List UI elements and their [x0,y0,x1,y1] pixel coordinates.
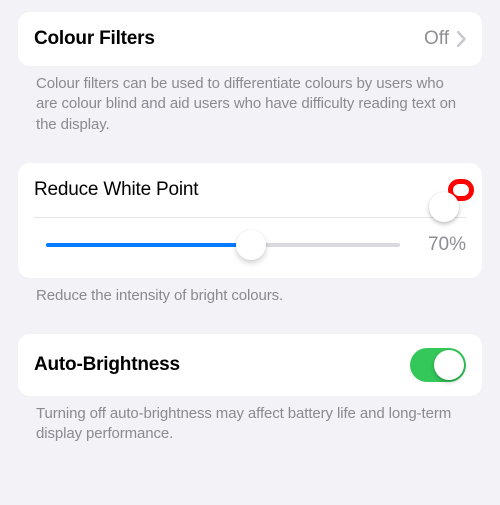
white-point-slider[interactable] [46,230,400,260]
colour-filters-value: Off [424,28,449,50]
colour-filters-title: Colour Filters [34,28,155,50]
auto-brightness-toggle[interactable] [410,348,466,382]
tutorial-highlight-box [448,179,474,201]
auto-brightness-caption: Turning off auto-brightness may affect b… [18,396,482,445]
reduce-white-point-row: Reduce White Point [18,163,482,217]
colour-filters-value-wrap: Off [424,28,466,50]
slider-thumb-icon[interactable] [236,230,266,260]
chevron-right-icon [457,31,466,47]
white-point-slider-row: 70% [18,218,482,278]
colour-filters-caption: Colour filters can be used to differenti… [18,66,482,135]
colour-filters-card: Colour Filters Off [18,12,482,66]
reduce-white-point-title: Reduce White Point [34,179,198,201]
auto-brightness-card: Auto-Brightness [18,334,482,396]
white-point-percent: 70% [418,234,466,256]
colour-filters-row[interactable]: Colour Filters Off [18,12,482,66]
slider-track-fill [46,243,251,247]
toggle-knob-icon [429,192,459,222]
auto-brightness-title: Auto-Brightness [34,354,180,376]
reduce-white-point-card: Reduce White Point 70% [18,163,482,278]
toggle-knob-icon [434,350,464,380]
auto-brightness-row: Auto-Brightness [18,334,482,396]
reduce-white-point-caption: Reduce the intensity of bright colours. [18,278,482,306]
